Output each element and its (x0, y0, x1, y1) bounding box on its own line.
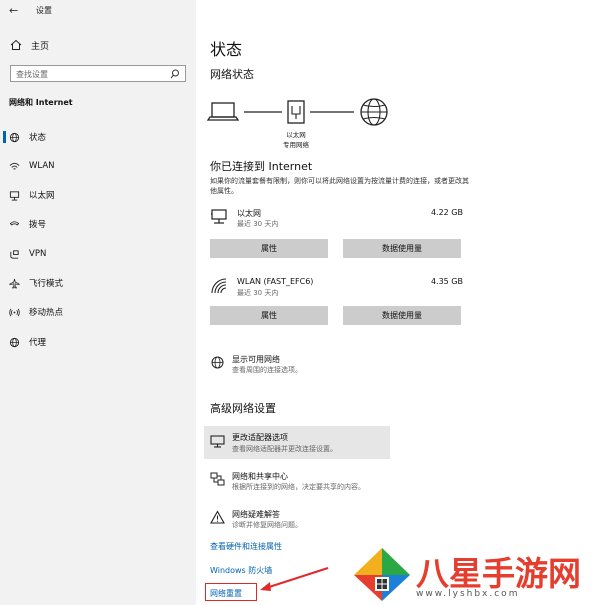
network-troubleshooter[interactable]: 网络疑难解答 诊断并修复网络问题。 (210, 509, 460, 533)
internet-globe-icon (360, 98, 388, 126)
adapter-period: 最近 30 天内 (237, 289, 279, 297)
ethernet-properties-button[interactable]: 属性 (210, 239, 328, 258)
sidebar-item-label: 状态 (29, 133, 47, 143)
troubleshooter-title: 网络疑难解答 (232, 510, 280, 519)
watermark-text: 八星手游网 (416, 554, 581, 593)
sidebar-item-vpn[interactable]: VPN (0, 246, 196, 262)
ethernet-icon (211, 209, 227, 224)
warning-icon (210, 510, 225, 524)
window-title: 设置 (36, 6, 52, 15)
adapter-wlan: WLAN (FAST_EFC6) 最近 30 天内 4.35 GB (210, 277, 465, 297)
search-placeholder: 查找设置 (16, 70, 48, 79)
page-title: 状态 (210, 40, 243, 59)
sharing-center-subtitle: 根据所连接到的网络，决定要共享的内容。 (232, 483, 365, 491)
adapter-name: 以太网 (237, 209, 261, 218)
sidebar-item-proxy[interactable]: 代理 (0, 334, 196, 350)
title-bar: ← 设置 (0, 0, 196, 22)
change-adapter-options[interactable]: 更改适配器选项 查看网络适配器并更改连接设置。 (204, 426, 390, 459)
hotspot-icon (9, 308, 20, 316)
proxy-globe-icon (9, 337, 20, 347)
home-nav-item[interactable]: 主页 (10, 38, 49, 52)
network-reset-highlight (205, 583, 257, 601)
troubleshooter-subtitle: 诊断并修复网络问题。 (232, 521, 302, 529)
search-input[interactable]: 查找设置 (10, 65, 186, 82)
adapter-monitor-icon (210, 435, 225, 448)
ethernet-icon (9, 190, 20, 201)
adapter-name: WLAN (FAST_EFC6) (237, 277, 314, 286)
wlan-properties-button[interactable]: 属性 (210, 306, 328, 325)
ethernet-data-usage-button[interactable]: 数据使用量 (343, 239, 461, 258)
sidebar-item-label: 移动热点 (29, 308, 64, 318)
router-icon (287, 100, 305, 124)
show-available-networks[interactable]: 显示可用网络 查看周围的连接选项。 (210, 354, 460, 378)
vpn-icon (10, 249, 19, 259)
sidebar-item-label: 代理 (29, 338, 47, 348)
red-arrow-annotation (260, 567, 329, 591)
wifi-icon (9, 162, 20, 170)
connected-description: 如果你的流量套餐有限制，则你可以将此网络设置为按流量计费的连接，或者更改其他属性… (210, 177, 469, 195)
watermark: 八星手游网 www.lyshbx.com (352, 545, 600, 605)
adapter-usage: 4.35 GB (430, 277, 463, 286)
diagram-network-type-label: 专用网络 (283, 141, 309, 149)
connected-title: 你已连接到 Internet (210, 160, 313, 173)
sidebar-item-status[interactable]: 状态 (0, 129, 196, 145)
globe-network-icon (211, 356, 224, 369)
wlan-data-usage-button[interactable]: 数据使用量 (343, 306, 461, 325)
sidebar-item-airplane-mode[interactable]: 飞行模式 (0, 275, 196, 291)
section-title: 网络和 Internet (9, 98, 73, 107)
sidebar-item-label: VPN (29, 249, 47, 259)
change-adapter-subtitle: 查看网络适配器并更改连接设置。 (232, 445, 337, 453)
network-status-title: 网络状态 (210, 68, 254, 81)
sidebar-item-ethernet[interactable]: 以太网 (0, 187, 196, 203)
sidebar-item-wlan[interactable]: WLAN (0, 158, 196, 174)
adapter-usage: 4.22 GB (430, 208, 463, 217)
adapter-ethernet: 以太网 最近 30 天内 4.22 GB (210, 208, 465, 228)
change-adapter-title: 更改适配器选项 (232, 433, 288, 442)
adapter-period: 最近 30 天内 (237, 220, 279, 228)
laptop-icon (206, 102, 240, 121)
advanced-settings-title: 高级网络设置 (210, 402, 276, 415)
home-icon (10, 39, 22, 50)
sidebar-item-label: 飞行模式 (29, 279, 64, 289)
wifi-signal-icon (211, 278, 227, 294)
sidebar-item-label: 拨号 (29, 220, 47, 230)
back-arrow-icon[interactable]: ← (9, 4, 18, 17)
diagram-ethernet-label: 以太网 (286, 131, 306, 139)
sharing-center-icon (210, 472, 225, 486)
home-label: 主页 (31, 41, 50, 52)
sidebar-item-dialup[interactable]: 拨号 (0, 216, 196, 232)
search-icon[interactable] (170, 69, 180, 79)
sidebar-item-label: 以太网 (29, 191, 55, 201)
show-networks-subtitle: 查看周围的连接选项。 (232, 366, 302, 374)
watermark-url: www.lyshbx.com (416, 589, 520, 599)
main-content: 状态 网络状态 以太网 专用网络 你已连接到 Internet 如果你的流量套餐… (196, 0, 600, 605)
dialup-icon (9, 220, 20, 225)
watermark-logo-icon (354, 548, 410, 601)
sidebar-item-label: WLAN (29, 161, 55, 171)
sidebar-item-mobile-hotspot[interactable]: 移动热点 (0, 304, 196, 320)
network-sharing-center[interactable]: 网络和共享中心 根据所连接到的网络，决定要共享的内容。 (210, 471, 460, 495)
sidebar: ← 设置 主页 查找设置 网络和 Internet 状态 WLAN 以太网 拨号… (0, 0, 196, 605)
show-networks-title: 显示可用网络 (232, 355, 280, 364)
globe-status-icon (9, 132, 20, 142)
hardware-properties-link[interactable]: 查看硬件和连接属性 (210, 541, 282, 552)
airplane-icon (9, 278, 20, 289)
sharing-center-title: 网络和共享中心 (232, 472, 288, 481)
